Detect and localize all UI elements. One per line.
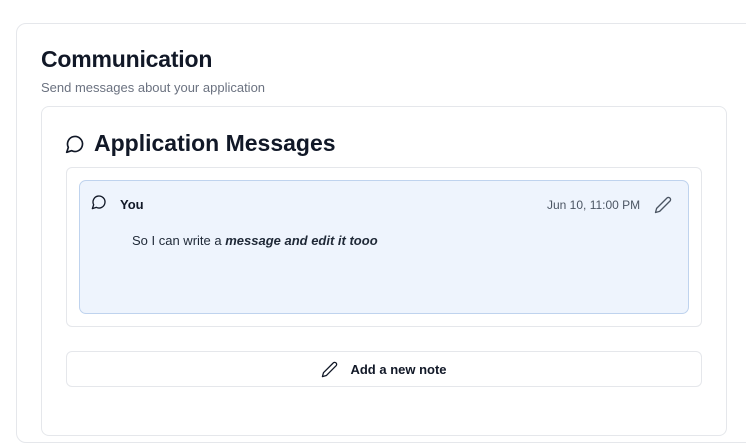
messages-panel-title: Application Messages <box>94 130 336 156</box>
message-timestamp: Jun 10, 11:00 PM <box>547 198 641 212</box>
message-body-text: So I can write a <box>132 233 226 248</box>
edit-message-pencil-icon[interactable] <box>654 196 672 214</box>
message-author: You <box>120 197 144 212</box>
section-title: Communication <box>41 46 213 72</box>
add-note-label: Add a new note <box>350 361 447 377</box>
pencil-icon <box>322 361 338 377</box>
message-body-emphasis: message and edit it tooo <box>225 233 378 248</box>
section-subtitle: Send messages about your application <box>41 80 266 95</box>
message-circle-icon <box>91 195 106 210</box>
message-circle-icon <box>65 135 84 154</box>
add-note-button[interactable]: Add a new note <box>66 351 702 387</box>
message-body: So I can write a message and edit it too… <box>132 233 378 248</box>
